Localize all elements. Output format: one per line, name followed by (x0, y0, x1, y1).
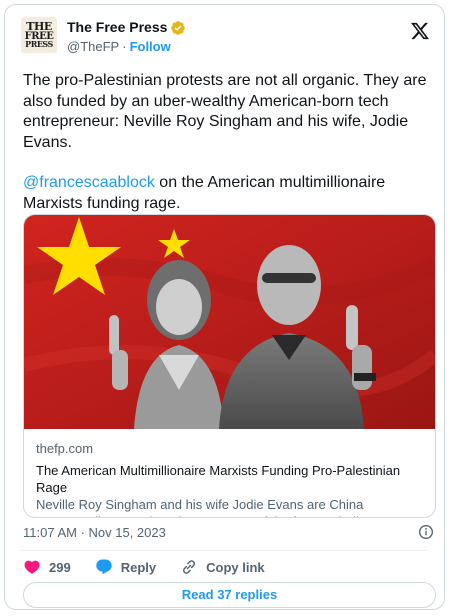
link-title[interactable]: The American Multimillionaire Marxists F… (36, 462, 426, 496)
tweet-paragraph-2: @francescaablock on the American multimi… (23, 173, 428, 214)
copy-link-button[interactable]: Copy link (180, 558, 265, 576)
tweet-paragraph-1: The pro-Palestinian protests are not all… (23, 72, 427, 151)
verified-badge-icon (171, 21, 185, 35)
link-preview-card[interactable]: thefp.com The American Multimillionaire … (23, 214, 436, 518)
mention-link[interactable]: @francescaablock (23, 174, 155, 191)
avatar-line-3: PRESS (25, 38, 53, 49)
x-logo-icon[interactable] (410, 21, 430, 41)
follow-button[interactable]: Follow (130, 39, 171, 54)
divider (21, 550, 428, 551)
tweet-text: The pro-Palestinian protests are not all… (23, 71, 428, 214)
reply-label: Reply (120, 559, 157, 575)
tweet-header: THE FREE PRESS The Free Press @TheFP · Fol… (21, 17, 432, 61)
info-icon[interactable] (418, 524, 434, 540)
like-count: 299 (49, 559, 71, 575)
link-domain: thefp.com (36, 441, 94, 456)
link-description: Neville Roy Singham and his wife Jodie E… (36, 497, 414, 517)
action-bar: 299 Reply Copy link (23, 558, 289, 576)
handle-row: @TheFP · Follow (67, 39, 171, 54)
copy-link-label: Copy link (206, 559, 265, 575)
avatar[interactable]: THE FREE PRESS (21, 17, 57, 53)
link-chain-icon (183, 560, 196, 574)
reply-button[interactable]: Reply (95, 558, 156, 576)
link-info: thefp.com The American Multimillionaire … (36, 441, 426, 517)
separator-dot: · (122, 39, 127, 54)
heart-icon (24, 560, 40, 574)
author-name[interactable]: The Free Press (67, 19, 167, 35)
tweet-card[interactable]: THE FREE PRESS The Free Press @TheFP · Fol… (4, 4, 445, 610)
like-button[interactable]: 299 (23, 558, 71, 576)
photo-couple-in-front-of-chinese-flag[interactable] (24, 215, 435, 429)
tweet-timestamp[interactable]: 11:07 AM · Nov 15, 2023 (23, 525, 166, 540)
author-handle[interactable]: @TheFP (67, 39, 119, 54)
read-replies-button[interactable]: Read 37 replies (23, 582, 436, 608)
reply-bubble-icon (96, 559, 112, 575)
